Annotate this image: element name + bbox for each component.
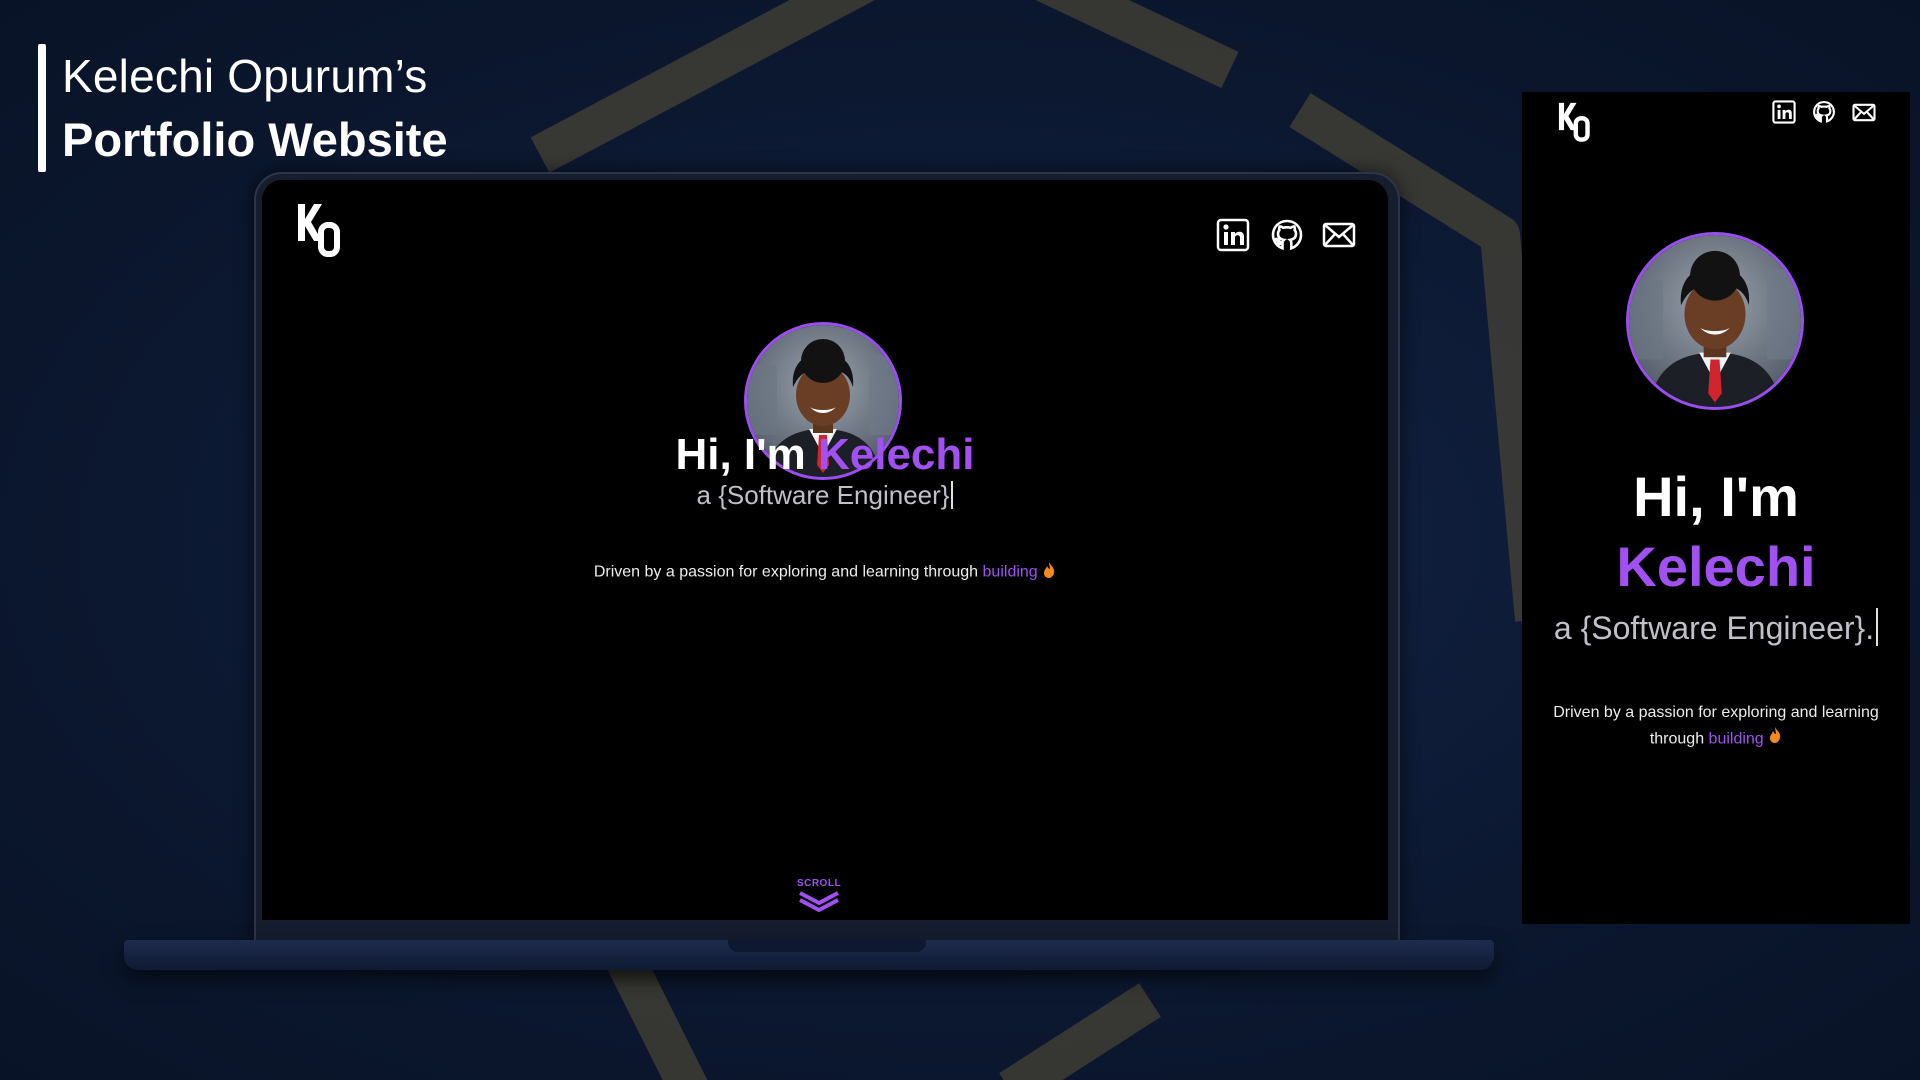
- chevron-down-icon: [799, 891, 839, 913]
- greeting-text: Hi, I'm: [675, 430, 806, 479]
- github-icon-mobile[interactable]: [1812, 100, 1836, 124]
- role-text-mobile: a {Software Engineer}.: [1553, 610, 1875, 646]
- title-heading: Portfolio Website: [62, 113, 448, 166]
- hero-name: Kelechi: [817, 430, 975, 479]
- laptop-notch: [728, 940, 926, 952]
- site-logo-mobile[interactable]: [1556, 98, 1600, 146]
- tagline-accent: building: [982, 563, 1038, 581]
- linkedin-icon[interactable]: [1216, 218, 1250, 252]
- fire-icon-mobile: [1768, 726, 1782, 753]
- role-text: a {Software Engineer}: [696, 480, 950, 510]
- tagline-mobile-line1: Driven by a passion for exploring and le…: [1553, 704, 1879, 721]
- tagline-accent-mobile: building: [1708, 730, 1764, 748]
- hero-name-mobile: Kelechi: [1616, 535, 1816, 598]
- linkedin-icon-mobile[interactable]: [1772, 100, 1796, 124]
- mail-icon-mobile[interactable]: [1852, 102, 1876, 123]
- typing-caret: [951, 481, 954, 509]
- hero-heading-mobile: Hi, I'm Kelechi: [1522, 462, 1910, 602]
- greeting-text-mobile: Hi, I'm: [1633, 465, 1799, 528]
- fire-icon: [1042, 561, 1056, 584]
- mobile-site-preview: Hi, I'm Kelechi a {Software Engineer}. D…: [1522, 92, 1910, 924]
- tagline: Driven by a passion for exploring and le…: [415, 561, 1235, 584]
- profile-photo-mobile: [1626, 232, 1804, 410]
- tagline-mobile: Driven by a passion for exploring and le…: [1522, 700, 1910, 753]
- title-accent-bar: [38, 44, 46, 172]
- hero-heading: Hi, I'm Kelechi: [415, 430, 1235, 480]
- tagline-mobile-line2: through: [1649, 730, 1705, 748]
- role-typewriter: a {Software Engineer}: [415, 480, 1235, 511]
- desktop-site-preview: Hi, I'm Kelechi a {Software Engineer} Dr…: [262, 180, 1388, 920]
- scroll-indicator[interactable]: SCROLL: [794, 878, 844, 918]
- scroll-label: SCROLL: [796, 878, 842, 889]
- typing-caret-mobile: [1876, 608, 1879, 646]
- title-owner: Kelechi Opurum’s: [62, 50, 428, 102]
- mail-icon[interactable]: [1322, 220, 1356, 250]
- site-logo[interactable]: [294, 200, 354, 260]
- tagline-text: Driven by a passion for exploring and le…: [593, 563, 979, 581]
- role-typewriter-mobile: a {Software Engineer}.: [1522, 608, 1910, 647]
- github-icon[interactable]: [1270, 218, 1304, 252]
